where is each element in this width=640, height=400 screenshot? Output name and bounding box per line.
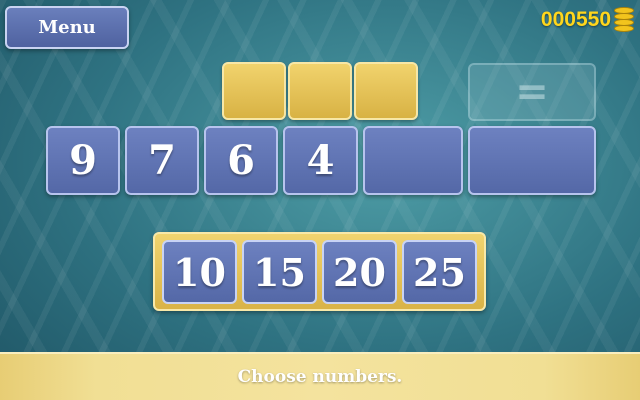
number-tile-2[interactable]: 7 xyxy=(125,126,199,195)
result-tile[interactable] xyxy=(468,126,596,195)
operator-slot-1[interactable] xyxy=(222,62,286,120)
status-message: Choose numbers. xyxy=(237,367,403,387)
choice-tile-1[interactable]: 10 xyxy=(162,240,237,304)
equals-slot: = xyxy=(468,63,596,121)
score-display: 000550 xyxy=(541,6,634,34)
operator-slot-2[interactable] xyxy=(288,62,352,120)
operator-slot-3[interactable] xyxy=(354,62,418,120)
choice-tile-2[interactable]: 15 xyxy=(242,240,317,304)
status-bar: Choose numbers. xyxy=(0,352,640,400)
number-tile-5[interactable] xyxy=(363,126,463,195)
equals-icon: = xyxy=(515,69,549,115)
menu-button[interactable]: Menu xyxy=(5,6,129,49)
score-value: 000550 xyxy=(540,8,611,31)
number-tile-3[interactable]: 6 xyxy=(204,126,278,195)
number-tile-1[interactable]: 9 xyxy=(46,126,120,195)
coin-stack-icon xyxy=(614,7,634,33)
choice-tile-3[interactable]: 20 xyxy=(322,240,397,304)
choice-tile-4[interactable]: 25 xyxy=(402,240,477,304)
number-tile-4[interactable]: 4 xyxy=(283,126,358,195)
